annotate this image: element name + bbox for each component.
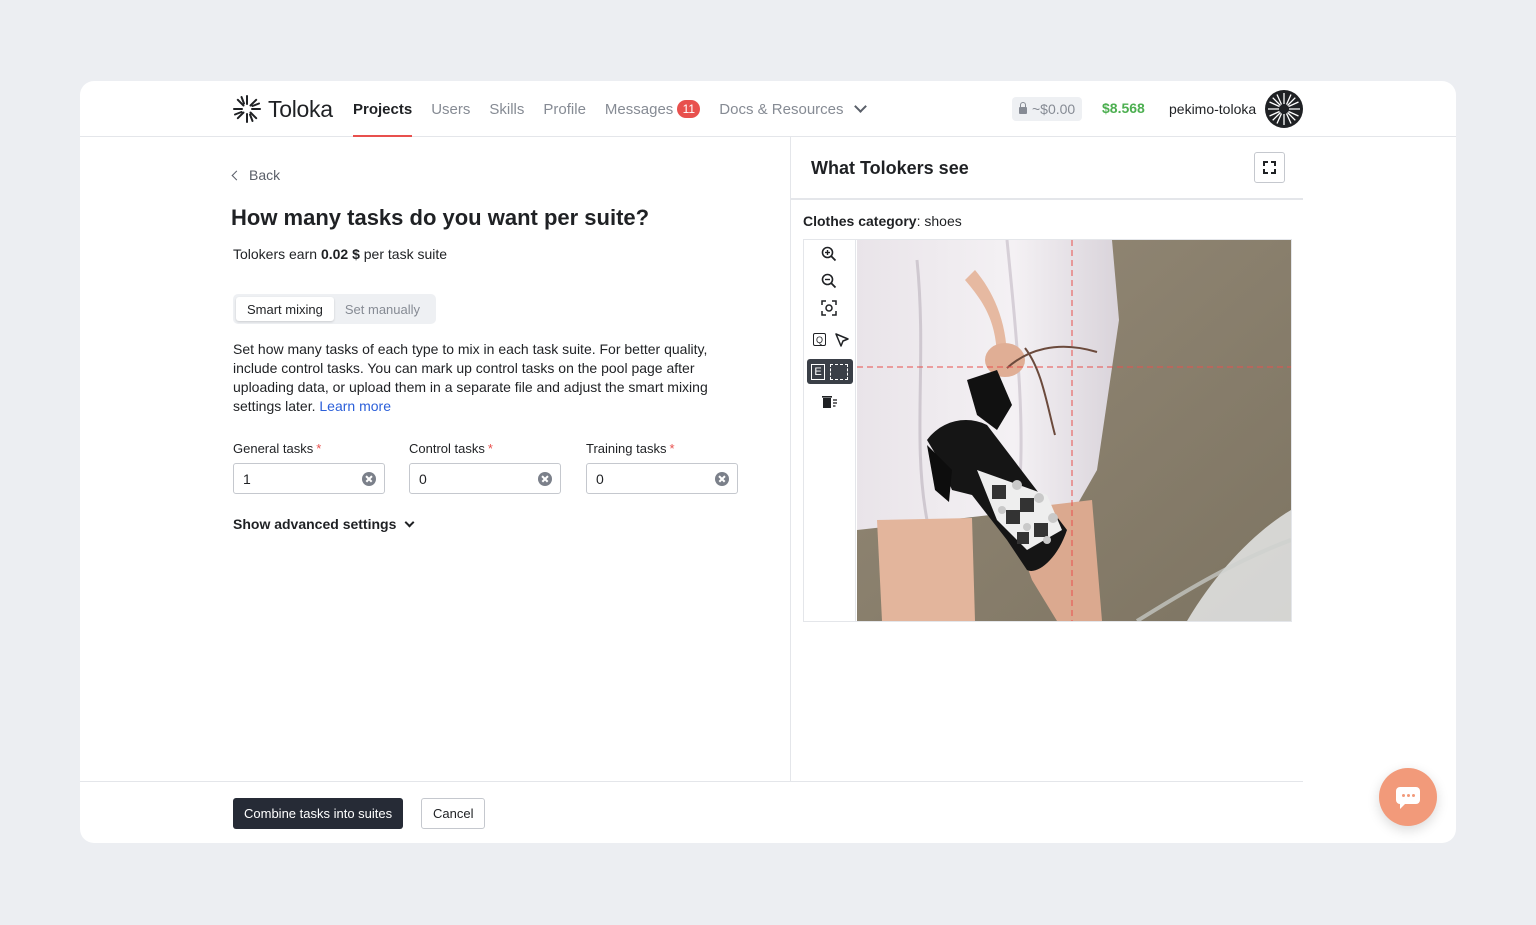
task-image[interactable]	[857, 240, 1291, 621]
chevron-down-icon	[853, 100, 867, 113]
nav-messages[interactable]: Messages 11	[604, 81, 701, 137]
bounding-box-icon[interactable]: E	[807, 359, 853, 384]
nav-projects[interactable]: Projects	[353, 81, 413, 137]
category-value: : shoes	[916, 213, 962, 229]
action-footer: Combine tasks into suites Cancel	[80, 781, 1303, 843]
image-annotation-viewer: Q E	[803, 239, 1292, 622]
lock-icon	[1019, 102, 1027, 114]
chevron-left-icon	[231, 170, 242, 180]
control-tasks-label-text: Control tasks	[409, 441, 485, 456]
nav-profile[interactable]: Profile	[543, 81, 586, 137]
chevron-down-icon	[404, 517, 415, 527]
fullscreen-icon	[1263, 161, 1268, 166]
main-nav: Projects Users Skills Profile Messages 11…	[353, 81, 884, 137]
nav-profile-label: Profile	[543, 100, 586, 118]
zoom-out-icon[interactable]	[819, 271, 839, 291]
annotation-toolbar: Q E	[804, 240, 856, 621]
fit-icon[interactable]	[819, 298, 839, 318]
clear-icon[interactable]	[538, 472, 552, 486]
locked-balance-value: ~$0.00	[1032, 101, 1076, 117]
shoes-photo	[857, 240, 1291, 621]
back-label: Back	[249, 167, 281, 183]
top-header: Toloka Projects Users Skills Profile Mes…	[80, 81, 1456, 137]
nav-skills-label: Skills	[489, 100, 525, 118]
back-link[interactable]: Back	[231, 167, 281, 183]
training-tasks-value: 0	[596, 470, 604, 487]
rectangle-icon	[830, 363, 848, 380]
preview-title: What Tolokers see	[811, 158, 969, 178]
description-text: Set how many tasks of each type to mix i…	[233, 341, 708, 414]
required-mark: *	[316, 441, 322, 456]
username[interactable]: pekimo-toloka	[1169, 101, 1256, 117]
clear-icon[interactable]	[715, 472, 729, 486]
delete-icon[interactable]	[819, 392, 839, 412]
toloka-logo-icon	[233, 95, 261, 123]
preview-header: What Tolokers see	[791, 137, 1303, 200]
nav-skills[interactable]: Skills	[489, 81, 524, 137]
control-tasks-field: Control tasks * 0	[409, 441, 561, 494]
training-tasks-field: Training tasks * 0	[586, 441, 738, 494]
page-title: How many tasks do you want per suite?	[231, 205, 650, 230]
preview-panel: What Tolokers see Clothes category: shoe…	[790, 137, 1303, 781]
nav-projects-label: Projects	[353, 100, 413, 118]
general-tasks-input[interactable]: 1	[233, 463, 385, 494]
tab-set-manually[interactable]: Set manually	[334, 297, 431, 321]
account-balance[interactable]: $8.568	[1102, 100, 1145, 116]
toloka-logo[interactable]: Toloka	[232, 94, 333, 124]
nav-docs-resources[interactable]: Docs & Resources	[719, 81, 867, 137]
required-mark: *	[487, 441, 493, 456]
general-tasks-label: General tasks *	[233, 441, 385, 457]
hotkey-e-icon: E	[811, 363, 825, 380]
general-tasks-value: 1	[243, 470, 251, 487]
training-tasks-label-text: Training tasks	[586, 441, 667, 456]
control-tasks-value: 0	[419, 470, 427, 487]
zoom-in-icon[interactable]	[819, 244, 839, 264]
show-advanced-settings[interactable]: Show advanced settings	[233, 516, 415, 532]
advanced-label: Show advanced settings	[233, 516, 397, 532]
tab-smart-mixing[interactable]: Smart mixing	[236, 297, 334, 321]
earn-amount: 0.02 $	[320, 246, 360, 262]
general-tasks-field: General tasks * 1	[233, 441, 385, 494]
earnings-text: Tolokers earn 0.02 $ per task suite	[233, 246, 447, 262]
required-mark: *	[669, 441, 675, 456]
fullscreen-button[interactable]	[1254, 152, 1285, 183]
mixing-mode-switch: Smart mixing Set manually	[233, 294, 436, 324]
mixing-description: Set how many tasks of each type to mix i…	[233, 340, 743, 416]
training-tasks-input[interactable]: 0	[586, 463, 738, 494]
polygon-icon[interactable]: Q	[813, 333, 826, 346]
nav-users-label: Users	[431, 100, 471, 118]
control-tasks-input[interactable]: 0	[409, 463, 561, 494]
earn-prefix: Tolokers earn	[233, 246, 321, 262]
control-tasks-label: Control tasks *	[409, 441, 561, 457]
learn-more-link[interactable]: Learn more	[319, 398, 391, 414]
support-chat-button[interactable]	[1379, 768, 1437, 826]
nav-docs-label: Docs & Resources	[719, 100, 844, 118]
cancel-button[interactable]: Cancel	[421, 798, 486, 829]
general-tasks-label-text: General tasks	[233, 441, 314, 456]
logo-text: Toloka	[268, 95, 333, 122]
avatar-burst-icon	[1268, 93, 1300, 125]
training-tasks-label: Training tasks *	[586, 441, 738, 457]
category-label: Clothes category	[803, 213, 917, 229]
app-card: Toloka Projects Users Skills Profile Mes…	[80, 81, 1456, 843]
nav-messages-label: Messages	[604, 100, 674, 118]
pointer-icon[interactable]	[832, 330, 852, 350]
nav-users[interactable]: Users	[431, 81, 470, 137]
chat-icon	[1396, 787, 1420, 809]
earn-suffix: per task suite	[359, 246, 448, 262]
messages-count-badge: 11	[677, 100, 701, 118]
avatar[interactable]	[1265, 90, 1303, 128]
locked-balance: ~$0.00	[1012, 97, 1083, 121]
clear-icon[interactable]	[362, 472, 376, 486]
combine-tasks-button[interactable]: Combine tasks into suites	[233, 798, 404, 829]
clothes-category: Clothes category: shoes	[803, 213, 962, 229]
